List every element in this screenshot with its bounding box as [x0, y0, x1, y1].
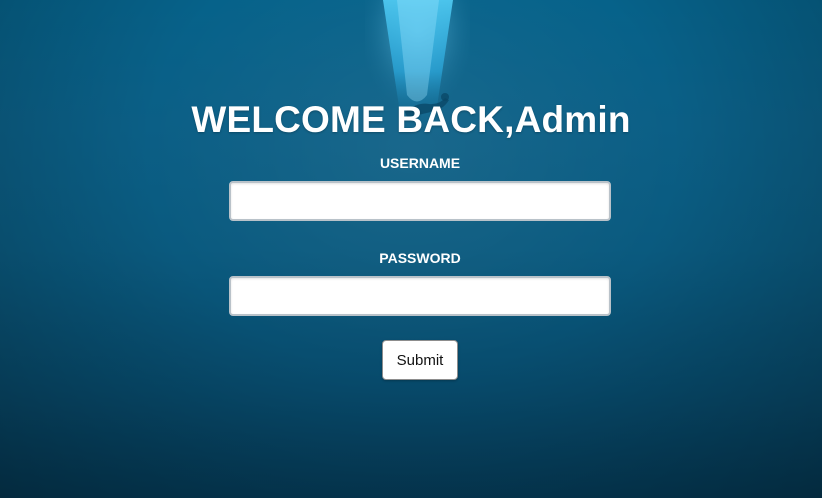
- username-input[interactable]: [229, 181, 611, 221]
- password-label: PASSWORD: [379, 250, 461, 266]
- login-form: WELCOME BACK,Admin USERNAME PASSWORD Sub…: [0, 0, 822, 498]
- submit-button[interactable]: Submit: [382, 340, 458, 380]
- page-title: WELCOME BACK,Admin: [191, 99, 631, 140]
- username-label: USERNAME: [379, 155, 461, 171]
- password-input[interactable]: [229, 276, 611, 316]
